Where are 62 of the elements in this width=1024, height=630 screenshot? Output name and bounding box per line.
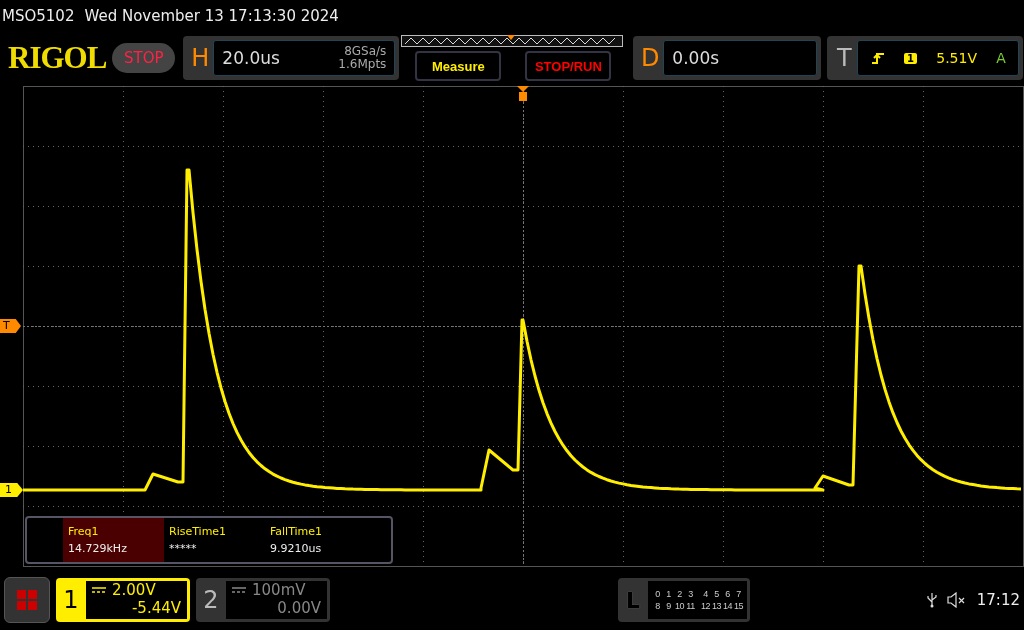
trigger-position-icon xyxy=(517,86,529,102)
logic-channel-number: 0 xyxy=(654,589,661,599)
measurement-label: FallTime1 xyxy=(270,525,324,538)
grid-menu-icon xyxy=(17,590,37,610)
rising-edge-icon xyxy=(870,52,885,64)
trigger-level: 5.51V xyxy=(936,50,977,66)
logic-channel-number: 14 xyxy=(722,601,733,611)
channel-number: 1 xyxy=(62,586,80,614)
logic-channel-number: 3 xyxy=(687,589,694,599)
channel-panel[interactable]: 2 100mV 0.00V xyxy=(196,578,330,622)
logic-channel-number: 5 xyxy=(713,589,720,599)
brand-logo: RIGOL xyxy=(8,40,107,76)
timebase-value: 20.0us xyxy=(222,48,280,68)
measurement-item[interactable]: FallTime1 9.9210us xyxy=(265,518,366,562)
speaker-muted-icon xyxy=(946,592,967,608)
measurement-label: RiseTime1 xyxy=(169,525,228,538)
measurement-label: Freq1 xyxy=(68,525,100,538)
delay-panel[interactable]: D 0.00s xyxy=(633,36,822,80)
measure-button[interactable]: Measure xyxy=(415,51,502,81)
logic-channel-number: 9 xyxy=(665,601,672,611)
dc-coupling-icon xyxy=(232,587,246,593)
model-name: MSO5102 xyxy=(2,7,75,25)
logic-channel-number: 2 xyxy=(676,589,683,599)
trigger-panel[interactable]: T 1 5.51V A xyxy=(827,36,1024,80)
horizontal-label: H xyxy=(190,44,211,72)
measurement-value: 14.729kHz xyxy=(68,542,128,555)
logic-channel-number: 13 xyxy=(711,601,722,611)
sample-rate: 8GSa/s xyxy=(344,45,387,58)
delay-value: 0.00s xyxy=(672,48,720,68)
clock-time: 17:12 xyxy=(976,591,1020,609)
trigger-label: T xyxy=(836,44,853,72)
channel-offset: 0.00V xyxy=(277,599,321,617)
trigger-source: 1 xyxy=(904,52,918,64)
stop-run-button[interactable]: STOP/RUN xyxy=(525,51,612,81)
channel-number: 2 xyxy=(202,586,220,614)
measurement-item[interactable]: RiseTime1 ***** xyxy=(164,518,265,562)
logic-channel-number: 7 xyxy=(735,589,742,599)
date-time: Wed November 13 17:13:30 2024 xyxy=(84,7,339,25)
channel-scale: 100mV xyxy=(252,581,306,599)
logic-channel-number: 11 xyxy=(685,601,696,611)
channel-scale: 2.00V xyxy=(112,581,156,599)
dc-coupling-icon xyxy=(92,587,106,593)
logic-channel-number: 12 xyxy=(700,601,711,611)
measurement-item[interactable]: Freq1 14.729kHz xyxy=(63,518,164,562)
memory-depth: 1.6Mpts xyxy=(338,58,387,71)
logic-channel-number: 1 xyxy=(665,589,672,599)
channel-offset-marker[interactable]: 1 xyxy=(0,483,23,497)
measurement-value: ***** xyxy=(169,542,198,555)
menu-button[interactable] xyxy=(4,577,50,623)
trigger-mode: A xyxy=(996,50,1006,66)
trigger-level-marker[interactable]: T xyxy=(0,319,21,333)
logic-channel-number: 4 xyxy=(702,589,709,599)
logic-channel-number: 6 xyxy=(724,589,731,599)
measurement-value: 9.9210us xyxy=(270,542,323,555)
logic-channel-number: 10 xyxy=(674,601,685,611)
delay-label: D xyxy=(640,44,661,72)
channel-offset: -5.44V xyxy=(131,599,181,617)
channel-panel[interactable]: 1 2.00V -5.44V xyxy=(56,578,190,622)
horizontal-panel[interactable]: H 20.0us 8GSa/s 1.6Mpts xyxy=(183,36,400,80)
logic-channel-number: 8 xyxy=(654,601,661,611)
logic-channel-number: 15 xyxy=(733,601,744,611)
usb-icon xyxy=(926,592,937,608)
